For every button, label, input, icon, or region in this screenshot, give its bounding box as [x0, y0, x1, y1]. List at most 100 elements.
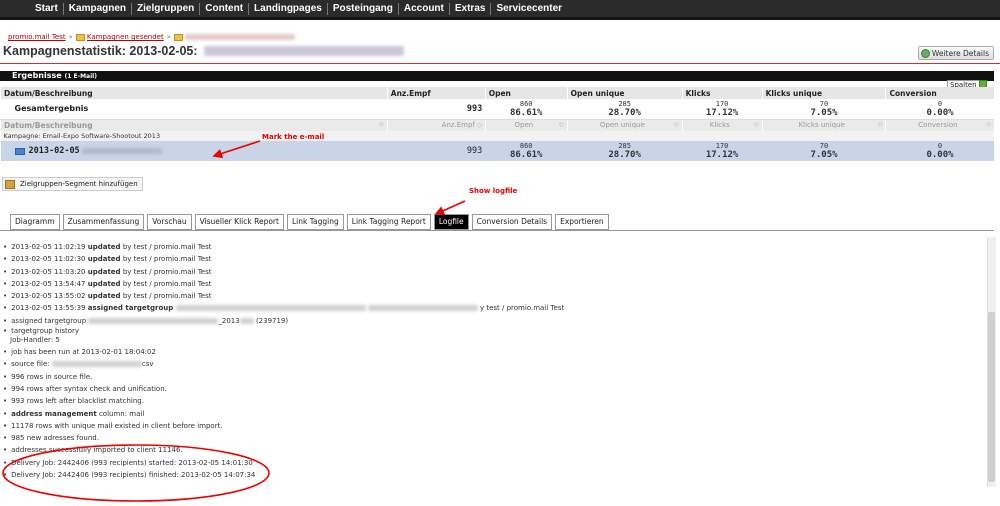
log-action: address management: [11, 409, 97, 418]
log-action: assigned targetgroup: [87, 304, 174, 313]
log-text: assigned targetgroup: [11, 316, 87, 325]
scrollbar-thumb[interactable]: [988, 312, 995, 482]
log-entry: 11178 rows with unique mail existed in c…: [3, 420, 983, 432]
col-header[interactable]: Klicks ◇: [681, 119, 763, 131]
total-conversion: 0 0.00%: [885, 99, 994, 120]
col-header[interactable]: Datum/Beschreibung ◇: [0, 119, 388, 131]
col-header[interactable]: Open unique ◇: [566, 119, 683, 131]
folder-icon: [75, 33, 85, 41]
details-button[interactable]: Weitere Details: [917, 46, 994, 60]
tab-logfile[interactable]: Logfile: [433, 214, 469, 230]
sort-icon[interactable]: ◇: [754, 121, 759, 128]
sort-icon[interactable]: ◇: [674, 121, 679, 128]
log-entry: 2013-02-05 11:02:19 updated by test / pr…: [3, 241, 983, 253]
log-text: by test / promio.mail Test: [122, 279, 212, 288]
log-text: job has been run at 2013-02-01 18:04:02: [11, 348, 156, 357]
log-time: 2013-02-05 13:54:47: [11, 279, 86, 288]
add-segment-button[interactable]: Zielgruppen-Segment hinzufügen: [2, 177, 143, 191]
col-label: Klicks unique: [798, 121, 845, 130]
log-entry: 996 rows in source file.: [3, 371, 983, 383]
log-text: by test / promio.mail Test: [122, 255, 212, 264]
nav-content[interactable]: Content: [200, 2, 250, 15]
col-header[interactable]: Anz.Empf ◇: [386, 119, 486, 131]
email-date[interactable]: 2013-02-05: [29, 146, 80, 156]
total-open: 860 86.61%: [485, 99, 568, 120]
log-text: _2013: [218, 316, 240, 325]
percent: 0.00%: [926, 150, 954, 160]
nav-landingpages[interactable]: Landingpages: [249, 2, 328, 15]
log-text: addresses successfully imported to clien…: [11, 446, 183, 455]
table-header-row: Datum/Beschreibung Anz.Empf Open Open un…: [0, 87, 994, 99]
log-time: 2013-02-05 11:02:19: [11, 243, 86, 251]
col-header[interactable]: Open ◇: [484, 119, 568, 131]
email-cell[interactable]: 2013-02-05: [0, 141, 388, 161]
col-header[interactable]: Klicks: [681, 87, 763, 99]
log-entry: 2013-02-05 13:55:39 assigned targetgroup…: [3, 302, 983, 314]
table-row-email[interactable]: 2013-02-05 993 860 86.61% 285 28.70% 170 17…: [0, 141, 994, 161]
log-action: updated: [87, 243, 121, 251]
col-header[interactable]: Klicks unique ◇: [761, 119, 886, 131]
divider: [0, 63, 1000, 64]
col-label: Klicks: [709, 121, 730, 130]
sort-icon[interactable]: ◇: [986, 121, 991, 128]
redacted-text: [203, 46, 404, 56]
tab-diagramm[interactable]: Diagramm: [10, 214, 60, 230]
col-header[interactable]: Conversion ◇: [885, 119, 994, 131]
email-klicks-unique: 70 7.05%: [762, 141, 886, 161]
tab-link-tagging[interactable]: Link Tagging: [286, 214, 344, 230]
col-header[interactable]: Anz.Empf: [386, 87, 486, 99]
log-entry: 2013-02-05 11:03:20 updated by test / pr…: [3, 266, 983, 278]
logfile-list: 2013-02-05 11:02:19 updated by test / pr…: [3, 241, 983, 481]
log-text: source file:: [11, 360, 50, 369]
log-action: updated: [87, 255, 121, 264]
nav-start[interactable]: Start: [30, 2, 64, 15]
total-label: Gesamtergebnis: [0, 99, 388, 120]
log-text: 996 rows in source file.: [11, 372, 93, 381]
add-segment-label: Zielgruppen-Segment hinzufügen: [20, 180, 138, 188]
folder-icon: [174, 33, 183, 41]
mail-icon: [14, 147, 25, 155]
log-entry: 994 rows after syntax check and unificat…: [3, 383, 983, 395]
log-text: column: mail: [98, 409, 145, 418]
tab-exportieren[interactable]: Exportieren: [555, 214, 609, 230]
log-time: 2013-02-05 13:55:02: [11, 292, 86, 301]
log-text: (239719): [255, 316, 289, 325]
nav-zielgruppen[interactable]: Zielgruppen: [132, 2, 201, 15]
col-header[interactable]: Klicks unique: [761, 87, 886, 99]
sort-icon[interactable]: ◇: [379, 121, 384, 128]
percent: 7.05%: [810, 150, 838, 160]
col-header[interactable]: Open: [484, 87, 568, 99]
log-text: 994 rows after syntax check and unificat…: [11, 384, 167, 393]
log-entry: Delivery Job: 2442406 (993 recipients) s…: [3, 457, 983, 469]
nav-kampagnen[interactable]: Kampagnen: [64, 2, 133, 15]
nav-servicecenter[interactable]: Servicecenter: [491, 3, 567, 15]
percent: 28.70%: [608, 107, 641, 118]
tab-klick-report[interactable]: Visueller Klick Report: [194, 214, 284, 230]
col-label: Open: [514, 121, 534, 130]
users-icon: [5, 179, 15, 189]
total-open-unique: 285 28.70%: [567, 99, 683, 120]
breadcrumb: promio.mail Test» Kampagnen gesendet»: [8, 33, 295, 41]
sort-icon[interactable]: ◇: [477, 122, 482, 129]
log-entry: addresses successfully imported to clien…: [3, 444, 983, 456]
total-klicks-unique: 70 7.05%: [762, 99, 886, 120]
breadcrumb-root[interactable]: promio.mail Test: [8, 33, 66, 41]
details-button-label: Weitere Details: [931, 48, 989, 58]
col-header[interactable]: Datum/Beschreibung: [0, 87, 388, 99]
annotation-mark-email: Mark the e-mail: [262, 133, 325, 141]
nav-account[interactable]: Account: [399, 2, 450, 15]
sort-icon[interactable]: ◇: [878, 121, 883, 128]
tab-zusammenfassung[interactable]: Zusammenfassung: [62, 214, 145, 230]
log-entry: job has been run at 2013-02-01 18:04:02: [3, 346, 983, 358]
results-table: Datum/Beschreibung Anz.Empf Open Open un…: [0, 87, 994, 161]
sort-icon[interactable]: ◇: [559, 121, 564, 128]
breadcrumb-folder[interactable]: Kampagnen gesendet: [87, 33, 164, 41]
tab-link-tagging-report[interactable]: Link Tagging Report: [346, 214, 431, 230]
tab-vorschau[interactable]: Vorschau: [147, 214, 192, 230]
tab-conversion-details[interactable]: Conversion Details: [471, 214, 553, 230]
percent: 0.00%: [926, 107, 954, 118]
nav-posteingang[interactable]: Posteingang: [328, 2, 399, 15]
col-header[interactable]: Conversion: [885, 87, 994, 99]
nav-extras[interactable]: Extras: [450, 2, 492, 15]
col-header[interactable]: Open unique: [566, 87, 683, 99]
